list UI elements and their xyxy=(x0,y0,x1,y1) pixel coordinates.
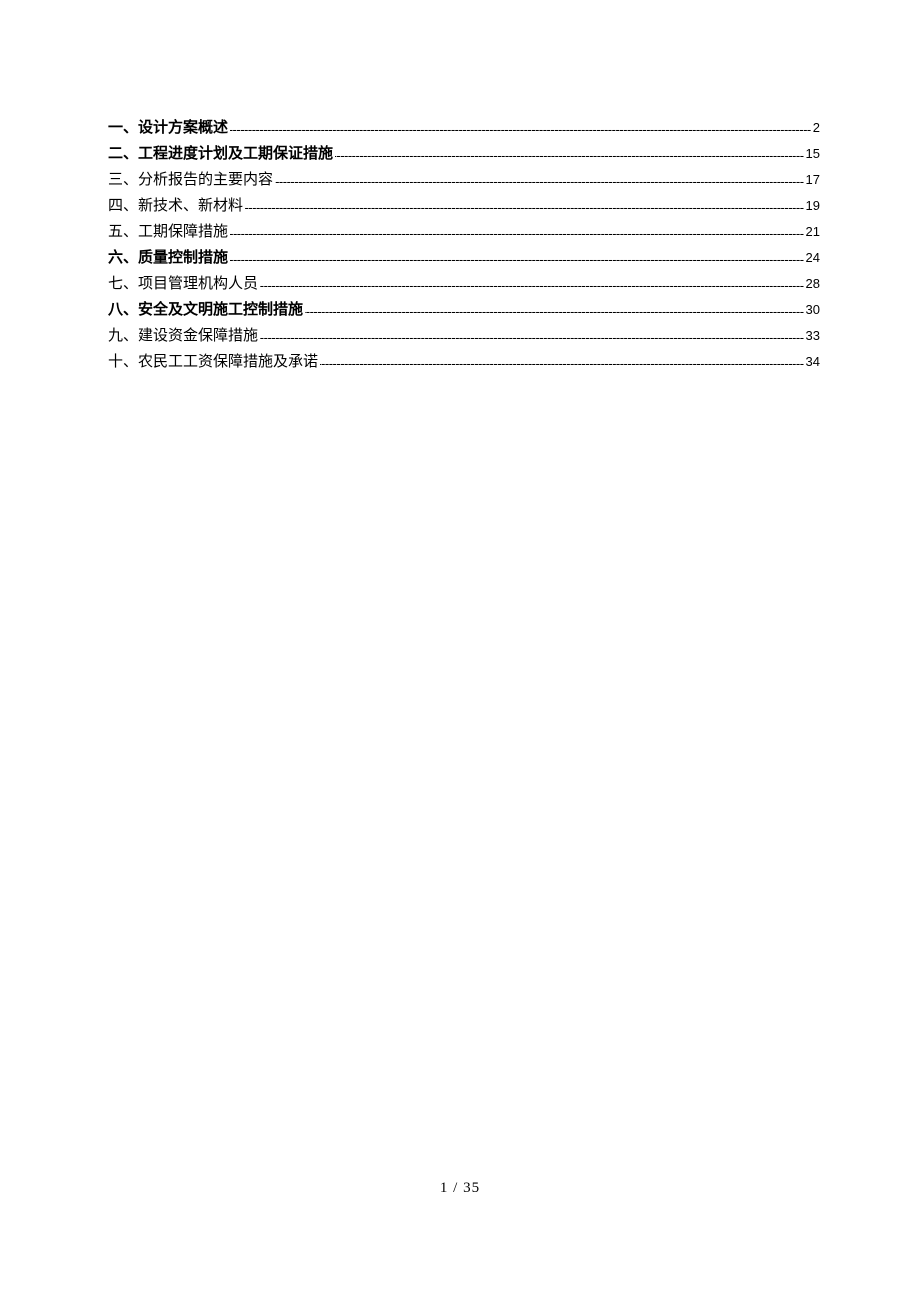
toc-entry-page: 28 xyxy=(806,271,820,296)
toc-leader-dots xyxy=(275,169,804,184)
toc-entry-title: 六、质量控制措施 xyxy=(108,246,228,271)
page-separator: / xyxy=(448,1180,463,1196)
toc-entry-title: 四、新技术、新材料 xyxy=(108,194,243,219)
toc-entry-title: 七、项目管理机构人员 xyxy=(108,272,258,297)
toc-entry-page: 19 xyxy=(806,193,820,218)
toc-entry: 九、建设资金保障措施 33 xyxy=(108,323,820,349)
toc-entry-title: 一、设计方案概述 xyxy=(108,116,228,141)
toc-entry-title: 二、工程进度计划及工期保证措施 xyxy=(108,142,333,167)
toc-entry: 七、项目管理机构人员 28 xyxy=(108,271,820,297)
toc-entry-page: 33 xyxy=(806,323,820,348)
toc-leader-dots xyxy=(230,247,804,262)
page-footer: 1 / 35 xyxy=(0,1180,920,1197)
toc-leader-dots xyxy=(335,143,804,158)
toc-entry: 六、质量控制措施 24 xyxy=(108,245,820,271)
toc-entry-page: 17 xyxy=(806,167,820,192)
toc-leader-dots xyxy=(320,351,804,366)
table-of-contents: 一、设计方案概述2二、工程进度计划及工期保证措施15三、分析报告的主要内容17四… xyxy=(108,115,820,375)
toc-entry-page: 30 xyxy=(806,297,820,322)
toc-entry-title: 三、分析报告的主要内容 xyxy=(108,168,273,193)
toc-entry-page: 21 xyxy=(806,219,820,244)
toc-entry: 八、安全及文明施工控制措施 30 xyxy=(108,297,820,323)
total-page-number: 35 xyxy=(463,1180,480,1196)
toc-entry: 一、设计方案概述 2 xyxy=(108,115,820,141)
toc-leader-dots xyxy=(260,273,804,288)
toc-entry-page: 2 xyxy=(813,115,820,140)
toc-entry-page: 24 xyxy=(806,245,820,270)
toc-entry: 三、分析报告的主要内容 17 xyxy=(108,167,820,193)
toc-leader-dots xyxy=(305,299,804,314)
toc-entry-title: 十、农民工工资保障措施及承诺 xyxy=(108,350,318,375)
toc-leader-dots xyxy=(260,325,804,340)
toc-entry-title: 九、建设资金保障措施 xyxy=(108,324,258,349)
toc-entry-page: 34 xyxy=(806,349,820,374)
toc-entry: 十、农民工工资保障措施及承诺 34 xyxy=(108,349,820,375)
toc-entry-title: 八、安全及文明施工控制措施 xyxy=(108,298,303,323)
toc-entry: 二、工程进度计划及工期保证措施 15 xyxy=(108,141,820,167)
toc-entry: 五、工期保障措施 21 xyxy=(108,219,820,245)
toc-entry-page: 15 xyxy=(806,141,820,166)
toc-leader-dots xyxy=(230,221,804,236)
toc-entry-title: 五、工期保障措施 xyxy=(108,220,228,245)
toc-leader-dots xyxy=(230,117,811,132)
toc-entry: 四、新技术、新材料 19 xyxy=(108,193,820,219)
document-page: 一、设计方案概述2二、工程进度计划及工期保证措施15三、分析报告的主要内容17四… xyxy=(0,0,920,375)
toc-leader-dots xyxy=(245,195,804,210)
